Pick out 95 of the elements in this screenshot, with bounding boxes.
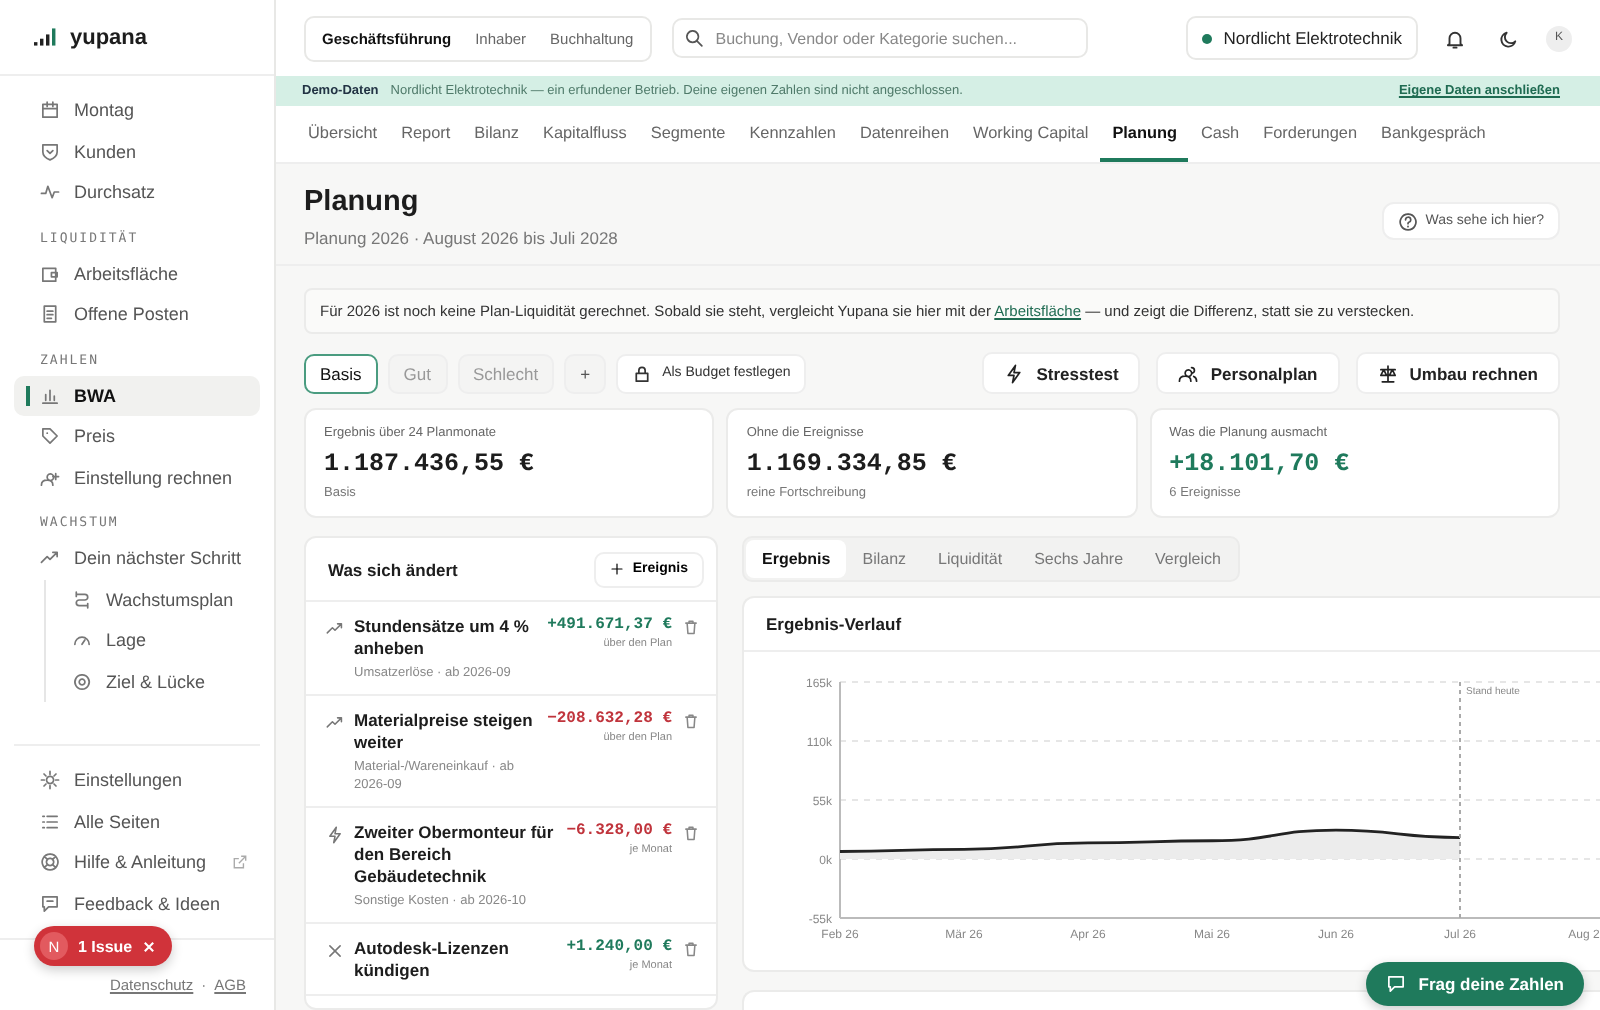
chart-tab[interactable]: Bilanz xyxy=(846,540,923,578)
brand-name: yupana xyxy=(70,25,148,49)
shield-icon xyxy=(40,141,60,162)
event-title: Materialpreise steigen weiter xyxy=(354,710,535,754)
chart-tab[interactable]: Vergleich xyxy=(1139,540,1237,578)
lock-icon xyxy=(632,363,653,383)
kpi-value: 1.187.436,55 € xyxy=(324,450,537,478)
chart-tab[interactable]: Liquidität xyxy=(922,540,1019,578)
chart-tab[interactable]: Ergebnis xyxy=(746,540,847,578)
action-button[interactable]: Umbau rechnen xyxy=(1355,352,1560,394)
sidebar-item[interactable]: Montag xyxy=(14,90,260,131)
document-icon xyxy=(40,304,60,325)
chat-icon xyxy=(40,893,60,914)
kpi-value: 1.169.334,85 € xyxy=(746,450,959,478)
sidebar-item[interactable]: Preis xyxy=(14,416,260,457)
nav-tab[interactable]: Datenreihen xyxy=(847,106,962,162)
bell-icon[interactable] xyxy=(1444,27,1466,49)
event-amount: −6.328,00 € xyxy=(566,822,672,840)
trend-up-icon xyxy=(326,620,344,638)
nav-tab[interactable]: Working Capital xyxy=(961,106,1101,162)
chart-tab[interactable]: Sechs Jahre xyxy=(1018,540,1140,578)
event-title: Stundensätze um 4 % anheben xyxy=(354,616,531,660)
people-icon xyxy=(1178,363,1199,383)
search-field[interactable]: Buchung, Vendor oder Kategorie suchen... xyxy=(671,18,1088,58)
nav-tab[interactable]: Bilanz xyxy=(462,106,531,162)
sidebar-item[interactable]: Feedback & Ideen xyxy=(14,883,260,924)
sidebar-item[interactable]: Alle Seiten xyxy=(14,801,260,842)
calendar-icon xyxy=(40,100,60,121)
sidebar-item[interactable]: BWA xyxy=(14,375,260,416)
target-icon xyxy=(72,671,92,692)
scale-icon xyxy=(1377,363,1398,383)
company-switcher[interactable]: Nordlicht Elektrotechnik xyxy=(1185,16,1418,60)
sidebar-item[interactable]: Hilfe & Anleitung xyxy=(14,842,260,883)
event-amount: −208.632,28 € xyxy=(547,710,672,728)
nav-tab[interactable]: Report xyxy=(389,106,463,162)
user-plus-icon xyxy=(40,467,60,488)
help-icon xyxy=(40,852,60,873)
chat-icon xyxy=(1386,974,1407,994)
action-button[interactable]: Personalplan xyxy=(1156,352,1340,394)
issue-label: 1 Issue xyxy=(78,937,133,955)
gauge-icon xyxy=(72,630,92,651)
lightning-icon xyxy=(1004,363,1025,383)
gear-icon xyxy=(40,770,60,791)
lightning-icon xyxy=(326,826,344,844)
moon-icon[interactable] xyxy=(1498,27,1520,49)
trash-icon[interactable] xyxy=(682,618,700,636)
close-icon[interactable] xyxy=(142,939,157,953)
event-title: Zweiter Obermonteur für den Bereich Gebäudetechnik xyxy=(354,822,556,888)
sidebar-item[interactable]: Lage xyxy=(46,620,260,661)
sidebar-item[interactable]: Durchsatz xyxy=(14,172,260,213)
list-icon xyxy=(40,811,60,832)
wallet-icon xyxy=(40,263,60,284)
question-icon xyxy=(1397,211,1418,231)
sidebar-item[interactable]: Ziel & Lücke xyxy=(46,661,260,702)
event-title: Autodesk-Lizenzen kündigen xyxy=(354,938,511,982)
event-amount: +491.671,37 € xyxy=(547,616,672,634)
sidebar-item[interactable]: Offene Posten xyxy=(14,294,260,335)
nav-tab[interactable]: Forderungen xyxy=(1251,106,1369,162)
add-scenario-button[interactable]: + xyxy=(564,353,607,393)
plus-icon xyxy=(610,562,625,576)
sidebar-item[interactable]: Kunden xyxy=(14,131,260,172)
ask-button[interactable]: Frag deine Zahlen xyxy=(1366,962,1584,1006)
sidebar-item[interactable]: Wachstumsplan xyxy=(46,579,260,620)
event-amount: +1.240,00 € xyxy=(566,938,672,956)
trash-icon[interactable] xyxy=(682,940,700,958)
trash-icon[interactable] xyxy=(682,712,700,730)
nav-tab[interactable]: Cash xyxy=(1188,106,1252,162)
bar-chart-icon xyxy=(40,385,60,406)
nav-tab[interactable]: Planung xyxy=(1100,106,1189,162)
nav-tab[interactable]: Kennzahlen xyxy=(737,106,848,162)
trend-icon xyxy=(40,548,60,569)
nav-tab[interactable]: Übersicht xyxy=(296,106,390,162)
page-subtitle: Planung 2026 · August 2026 bis Juli 2028 xyxy=(304,228,618,248)
nav-tab[interactable]: Kapitalfluss xyxy=(530,106,639,162)
chart-title: Ergebnis-Verlauf xyxy=(744,598,1600,652)
page-title: Planung xyxy=(304,186,421,218)
search-icon xyxy=(683,28,704,48)
action-button[interactable]: Stresstest xyxy=(982,352,1141,394)
tag-icon xyxy=(40,426,60,447)
route-icon xyxy=(72,589,92,610)
panel-title: Was sich ändert xyxy=(328,559,458,579)
logo-icon xyxy=(34,28,58,46)
trend-up-icon xyxy=(326,714,344,732)
sidebar-item[interactable]: Einstellung rechnen xyxy=(14,457,260,498)
scenario-tab[interactable]: Basis xyxy=(304,353,378,393)
pulse-icon xyxy=(40,182,60,203)
sidebar-item[interactable]: Einstellungen xyxy=(14,760,260,801)
sidebar-item[interactable]: Arbeitsfläche xyxy=(14,253,260,294)
kpi-value: +18.101,70 € xyxy=(1169,450,1352,478)
external-link-icon xyxy=(232,854,248,871)
x-icon xyxy=(326,942,344,960)
sidebar-item[interactable]: Dein nächster Schritt xyxy=(14,538,260,579)
nav-tab[interactable]: Bankgespräch xyxy=(1369,106,1498,162)
nav-tab[interactable]: Segmente xyxy=(638,106,738,162)
trash-icon[interactable] xyxy=(682,824,700,842)
